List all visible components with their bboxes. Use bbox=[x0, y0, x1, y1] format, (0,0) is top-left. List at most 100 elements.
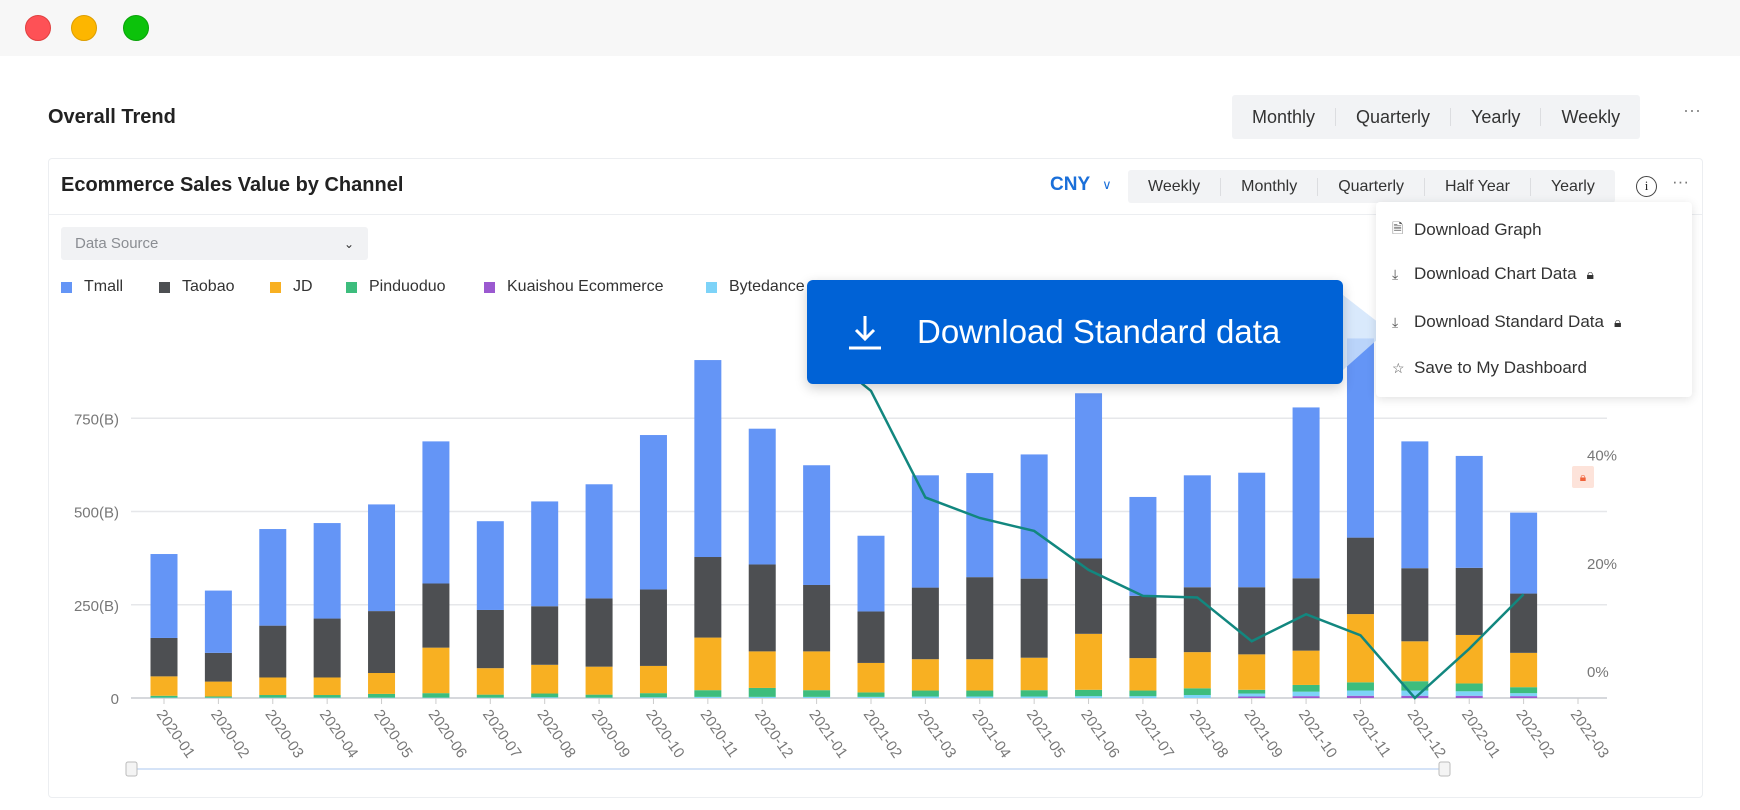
bar-segment[interactable] bbox=[639, 697, 667, 698]
bar-segment[interactable] bbox=[639, 665, 667, 694]
bar-segment[interactable] bbox=[259, 677, 287, 696]
bar-segment[interactable] bbox=[476, 609, 504, 669]
bar-segment[interactable] bbox=[368, 504, 396, 612]
bar-segment[interactable] bbox=[1183, 652, 1211, 689]
bar-segment[interactable] bbox=[857, 696, 885, 698]
bar-segment[interactable] bbox=[857, 611, 885, 663]
bar-segment[interactable] bbox=[1510, 693, 1538, 697]
bar-segment[interactable] bbox=[748, 696, 776, 698]
bar-segment[interactable] bbox=[966, 659, 994, 691]
bar-segment[interactable] bbox=[422, 647, 450, 694]
bar-segment[interactable] bbox=[422, 441, 450, 584]
bar-segment[interactable] bbox=[585, 484, 613, 599]
bar-segment[interactable] bbox=[1075, 393, 1103, 559]
bar-segment[interactable] bbox=[1129, 696, 1157, 698]
bar-segment[interactable] bbox=[313, 618, 341, 678]
bar-segment[interactable] bbox=[1075, 689, 1103, 697]
bar-segment[interactable] bbox=[476, 521, 504, 610]
bar-segment[interactable] bbox=[531, 501, 559, 607]
bar-segment[interactable] bbox=[1401, 568, 1429, 642]
bar-segment[interactable] bbox=[1455, 455, 1483, 568]
bar-segment[interactable] bbox=[204, 681, 232, 697]
bar-segment[interactable] bbox=[1401, 641, 1429, 682]
bar-segment[interactable] bbox=[966, 577, 994, 660]
bar-segment[interactable] bbox=[911, 696, 939, 698]
bar-segment[interactable] bbox=[476, 694, 504, 698]
bar-segment[interactable] bbox=[1346, 682, 1374, 691]
bar-segment[interactable] bbox=[694, 360, 722, 558]
bar-segment[interactable] bbox=[1020, 690, 1048, 697]
bar-segment[interactable] bbox=[803, 696, 831, 698]
bar-segment[interactable] bbox=[259, 695, 287, 698]
bar-segment[interactable] bbox=[531, 697, 559, 698]
bar-segment[interactable] bbox=[1346, 614, 1374, 683]
bar-segment[interactable] bbox=[585, 694, 613, 698]
bar-segment[interactable] bbox=[857, 662, 885, 693]
bar-segment[interactable] bbox=[694, 637, 722, 691]
bar-segment[interactable] bbox=[150, 554, 178, 638]
menu-item[interactable]: ⤓ Download Standard Data 🔒︎ bbox=[1392, 312, 1621, 332]
bar-segment[interactable] bbox=[911, 659, 939, 691]
bar-segment[interactable] bbox=[911, 475, 939, 588]
bar-segment[interactable] bbox=[1238, 696, 1266, 698]
bar-segment[interactable] bbox=[1401, 441, 1429, 569]
bar-segment[interactable] bbox=[1075, 696, 1103, 698]
bar-segment[interactable] bbox=[694, 690, 722, 697]
bar-segment[interactable] bbox=[1346, 695, 1374, 698]
bar-segment[interactable] bbox=[585, 666, 613, 695]
menu-item[interactable]: ⤓ Download Chart Data 🔒︎ bbox=[1392, 264, 1594, 284]
bar-segment[interactable] bbox=[803, 465, 831, 585]
bar-segment[interactable] bbox=[639, 693, 667, 698]
bar-segment[interactable] bbox=[1346, 690, 1374, 696]
bar-segment[interactable] bbox=[1401, 690, 1429, 696]
bar-segment[interactable] bbox=[639, 435, 667, 590]
bar-segment[interactable] bbox=[1183, 475, 1211, 588]
bar-segment[interactable] bbox=[150, 637, 178, 677]
bar-segment[interactable] bbox=[748, 687, 776, 697]
bar-segment[interactable] bbox=[422, 693, 450, 698]
bar-segment[interactable] bbox=[1129, 496, 1157, 596]
bar-segment[interactable] bbox=[1020, 696, 1048, 698]
bar-segment[interactable] bbox=[585, 598, 613, 667]
lock-badge-icon[interactable]: 🔒︎ bbox=[1572, 466, 1594, 488]
bar-segment[interactable] bbox=[313, 523, 341, 619]
bar-segment[interactable] bbox=[150, 695, 178, 698]
bar-segment[interactable] bbox=[966, 696, 994, 698]
bar-segment[interactable] bbox=[1455, 695, 1483, 698]
bar-segment[interactable] bbox=[531, 693, 559, 698]
bar-segment[interactable] bbox=[966, 473, 994, 578]
bar-segment[interactable] bbox=[1183, 688, 1211, 696]
bar-segment[interactable] bbox=[422, 583, 450, 648]
bar-segment[interactable] bbox=[259, 529, 287, 626]
bar-segment[interactable] bbox=[1455, 634, 1483, 684]
menu-item[interactable]: ☆ Save to My Dashboard bbox=[1392, 358, 1587, 378]
bar-segment[interactable] bbox=[1020, 657, 1048, 691]
bar-segment[interactable] bbox=[204, 590, 232, 653]
bar-segment[interactable] bbox=[1238, 693, 1266, 697]
bar-segment[interactable] bbox=[1455, 683, 1483, 692]
bar-segment[interactable] bbox=[966, 690, 994, 697]
bar-segment[interactable] bbox=[1020, 454, 1048, 579]
bar-segment[interactable] bbox=[259, 625, 287, 678]
bar-segment[interactable] bbox=[1075, 633, 1103, 690]
bar-segment[interactable] bbox=[476, 668, 504, 695]
bar-segment[interactable] bbox=[1455, 567, 1483, 635]
range-slider-handle[interactable] bbox=[125, 761, 138, 777]
bar-segment[interactable] bbox=[368, 611, 396, 674]
range-slider-handle[interactable] bbox=[1438, 761, 1451, 777]
bar-segment[interactable] bbox=[1238, 472, 1266, 588]
bar-segment[interactable] bbox=[1292, 684, 1320, 692]
bar-segment[interactable] bbox=[1129, 658, 1157, 691]
bar-segment[interactable] bbox=[1292, 691, 1320, 697]
bar-segment[interactable] bbox=[803, 690, 831, 697]
bar-segment[interactable] bbox=[803, 651, 831, 691]
bar-segment[interactable] bbox=[368, 673, 396, 694]
bar-segment[interactable] bbox=[204, 696, 232, 698]
bar-segment[interactable] bbox=[803, 584, 831, 652]
bar-segment[interactable] bbox=[1238, 689, 1266, 694]
bar-segment[interactable] bbox=[911, 587, 939, 660]
bar-segment[interactable] bbox=[857, 692, 885, 697]
bar-segment[interactable] bbox=[1292, 407, 1320, 579]
bar-segment[interactable] bbox=[694, 696, 722, 698]
bar-segment[interactable] bbox=[694, 557, 722, 638]
